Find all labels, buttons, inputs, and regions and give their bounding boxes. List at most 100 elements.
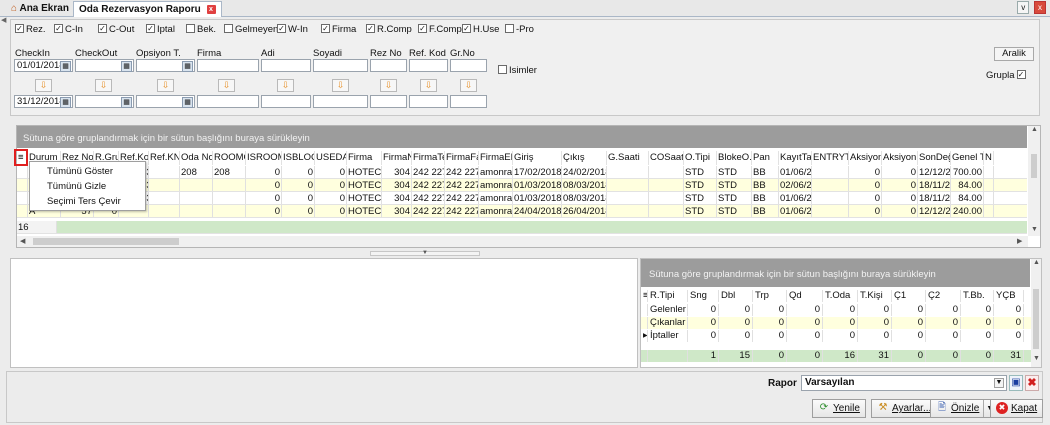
summary-cell[interactable]: 0 [787,304,823,316]
table-cell[interactable]: 0 [315,192,347,204]
rezno-to-input[interactable] [370,95,407,108]
checkbox-box[interactable]: ✓ [366,23,375,33]
table-cell[interactable]: 18/11/20 [918,179,951,191]
checkbox-box[interactable] [186,23,195,33]
filter-checkbox[interactable]: -Pro [505,23,534,35]
table-cell[interactable] [607,205,649,217]
table-cell[interactable] [180,179,213,191]
calendar-icon[interactable]: ▦ [121,97,132,108]
adi-input[interactable] [261,59,311,72]
table-cell[interactable]: 84.00 [951,192,984,204]
summary-column-header[interactable]: T.Oda [823,290,858,302]
table-cell[interactable]: 18/11/20 [918,192,951,204]
checkin-from-input[interactable]: 01/01/2018 ▦ [14,59,73,72]
table-cell[interactable]: amonrai [479,179,513,191]
tab-oda-rezervasyon-raporu[interactable]: Oda Rezervasyon Raporu x [73,1,222,17]
checkbox-box[interactable]: ✓ [418,23,427,33]
summary-cell[interactable]: 0 [688,330,719,342]
table-cell[interactable]: 01/03/2018 [513,179,562,191]
checkbox-box[interactable] [505,23,514,33]
column-header[interactable]: ISBLOC [282,151,315,165]
table-cell[interactable]: 0 [315,179,347,191]
grno-input[interactable] [450,59,487,72]
rapor-select[interactable]: Varsayılan ▼ [801,375,1007,391]
firma-input[interactable] [197,59,259,72]
yenile-button[interactable]: ⟳ Yenile [812,399,866,418]
table-cell[interactable]: HOTECH [347,166,382,178]
summary-column-header[interactable]: Trp [753,290,787,302]
column-header[interactable]: Oda No [180,151,213,165]
arrow-down-icon[interactable]: ⇩ [460,79,477,92]
column-header[interactable]: BlokeO. [717,151,752,165]
summary-cell[interactable]: İptaller [648,330,688,342]
chevron-down-icon[interactable]: v [1017,1,1030,14]
table-cell[interactable]: 0 [315,166,347,178]
summary-cell[interactable]: 31 [858,350,892,362]
arrow-down-icon[interactable]: ⇩ [35,79,52,92]
table-cell[interactable]: 0 [246,205,282,217]
table-cell[interactable]: 0 [282,166,315,178]
table-cell[interactable]: 242 227 [445,166,479,178]
table-cell[interactable]: BB [752,192,779,204]
summary-column-header[interactable]: T.Kişi [858,290,892,302]
table-cell[interactable]: 01/06/20 [779,205,812,217]
table-cell[interactable]: 0 [246,192,282,204]
summary-cell[interactable]: 0 [994,317,1024,329]
table-cell[interactable]: 0 [882,166,918,178]
column-chooser-highlight[interactable] [14,149,28,166]
summary-cell[interactable]: 0 [858,330,892,342]
table-cell[interactable]: 0 [849,179,882,191]
menu-item-show-all[interactable]: Tümünü Göster [47,166,113,177]
checkout-from-input[interactable]: ▦ [75,59,134,72]
table-cell[interactable]: 0 [882,205,918,217]
table-cell[interactable]: STD [717,166,752,178]
checkbox-box[interactable]: ✓ [98,23,107,33]
summary-column-header[interactable]: T.Bb. [961,290,994,302]
summary-cell[interactable]: 31 [994,350,1024,362]
soyadi-to-input[interactable] [313,95,368,108]
summary-cell[interactable]: 0 [926,350,961,362]
table-cell[interactable]: 242 227 [445,192,479,204]
close-tab-icon[interactable]: x [206,4,216,14]
summary-cell[interactable]: 0 [892,330,926,342]
scroll-thumb[interactable] [1033,289,1039,349]
summary-vertical-scrollbar[interactable]: ▲ ▼ [1031,259,1041,367]
panel-splitter[interactable]: ▼ [370,250,480,256]
table-cell[interactable]: 08/03/2018 [562,179,607,191]
summary-column-header[interactable]: Sng [688,290,719,302]
table-cell[interactable]: 12/12/20 [918,205,951,217]
column-header[interactable]: USEDA [315,151,347,165]
column-header[interactable]: FirmaEM [479,151,513,165]
table-cell[interactable]: 17/02/2018 [513,166,562,178]
checkbox-box[interactable]: ✓ [15,23,24,33]
table-cell[interactable]: 242 227 [445,205,479,217]
column-header[interactable]: Genel T [951,151,984,165]
aralik-button[interactable]: Aralik [994,47,1034,61]
summary-row[interactable]: Çıkanlar 0 0 0 0 0 0 0 0 0 0 [641,317,1031,329]
checkin-to-input[interactable]: 31/12/2018 ▦ [14,95,73,108]
summary-cell[interactable]: Gelenler [648,304,688,316]
table-cell[interactable] [984,192,994,204]
menu-item-hide-all[interactable]: Tümünü Gizle [47,181,106,192]
menu-item-invert-selection[interactable]: Seçimi Ters Çevir [47,196,121,207]
summary-cell[interactable]: 16 [823,350,858,362]
table-cell[interactable]: STD [684,205,717,217]
table-cell[interactable] [17,205,28,217]
summary-cell[interactable]: 0 [823,317,858,329]
summary-cell[interactable]: 0 [961,350,994,362]
column-header[interactable]: FirmaFa [445,151,479,165]
table-cell[interactable]: STD [684,166,717,178]
table-cell[interactable] [149,205,180,217]
horizontal-scrollbar[interactable]: ◀ ▶ [17,236,1028,247]
calendar-icon[interactable]: ▦ [60,97,71,108]
table-cell[interactable]: HOTECH [347,192,382,204]
table-cell[interactable]: 01/06/20 [779,166,812,178]
arrow-down-icon[interactable]: ⇩ [380,79,397,92]
table-cell[interactable] [149,192,180,204]
checkbox-box[interactable]: ✓ [146,23,155,33]
summary-cell[interactable]: 0 [753,304,787,316]
table-cell[interactable]: BB [752,166,779,178]
table-cell[interactable] [607,166,649,178]
table-cell[interactable]: 240.00 [951,205,984,217]
table-cell[interactable]: 02/06/20 [779,179,812,191]
